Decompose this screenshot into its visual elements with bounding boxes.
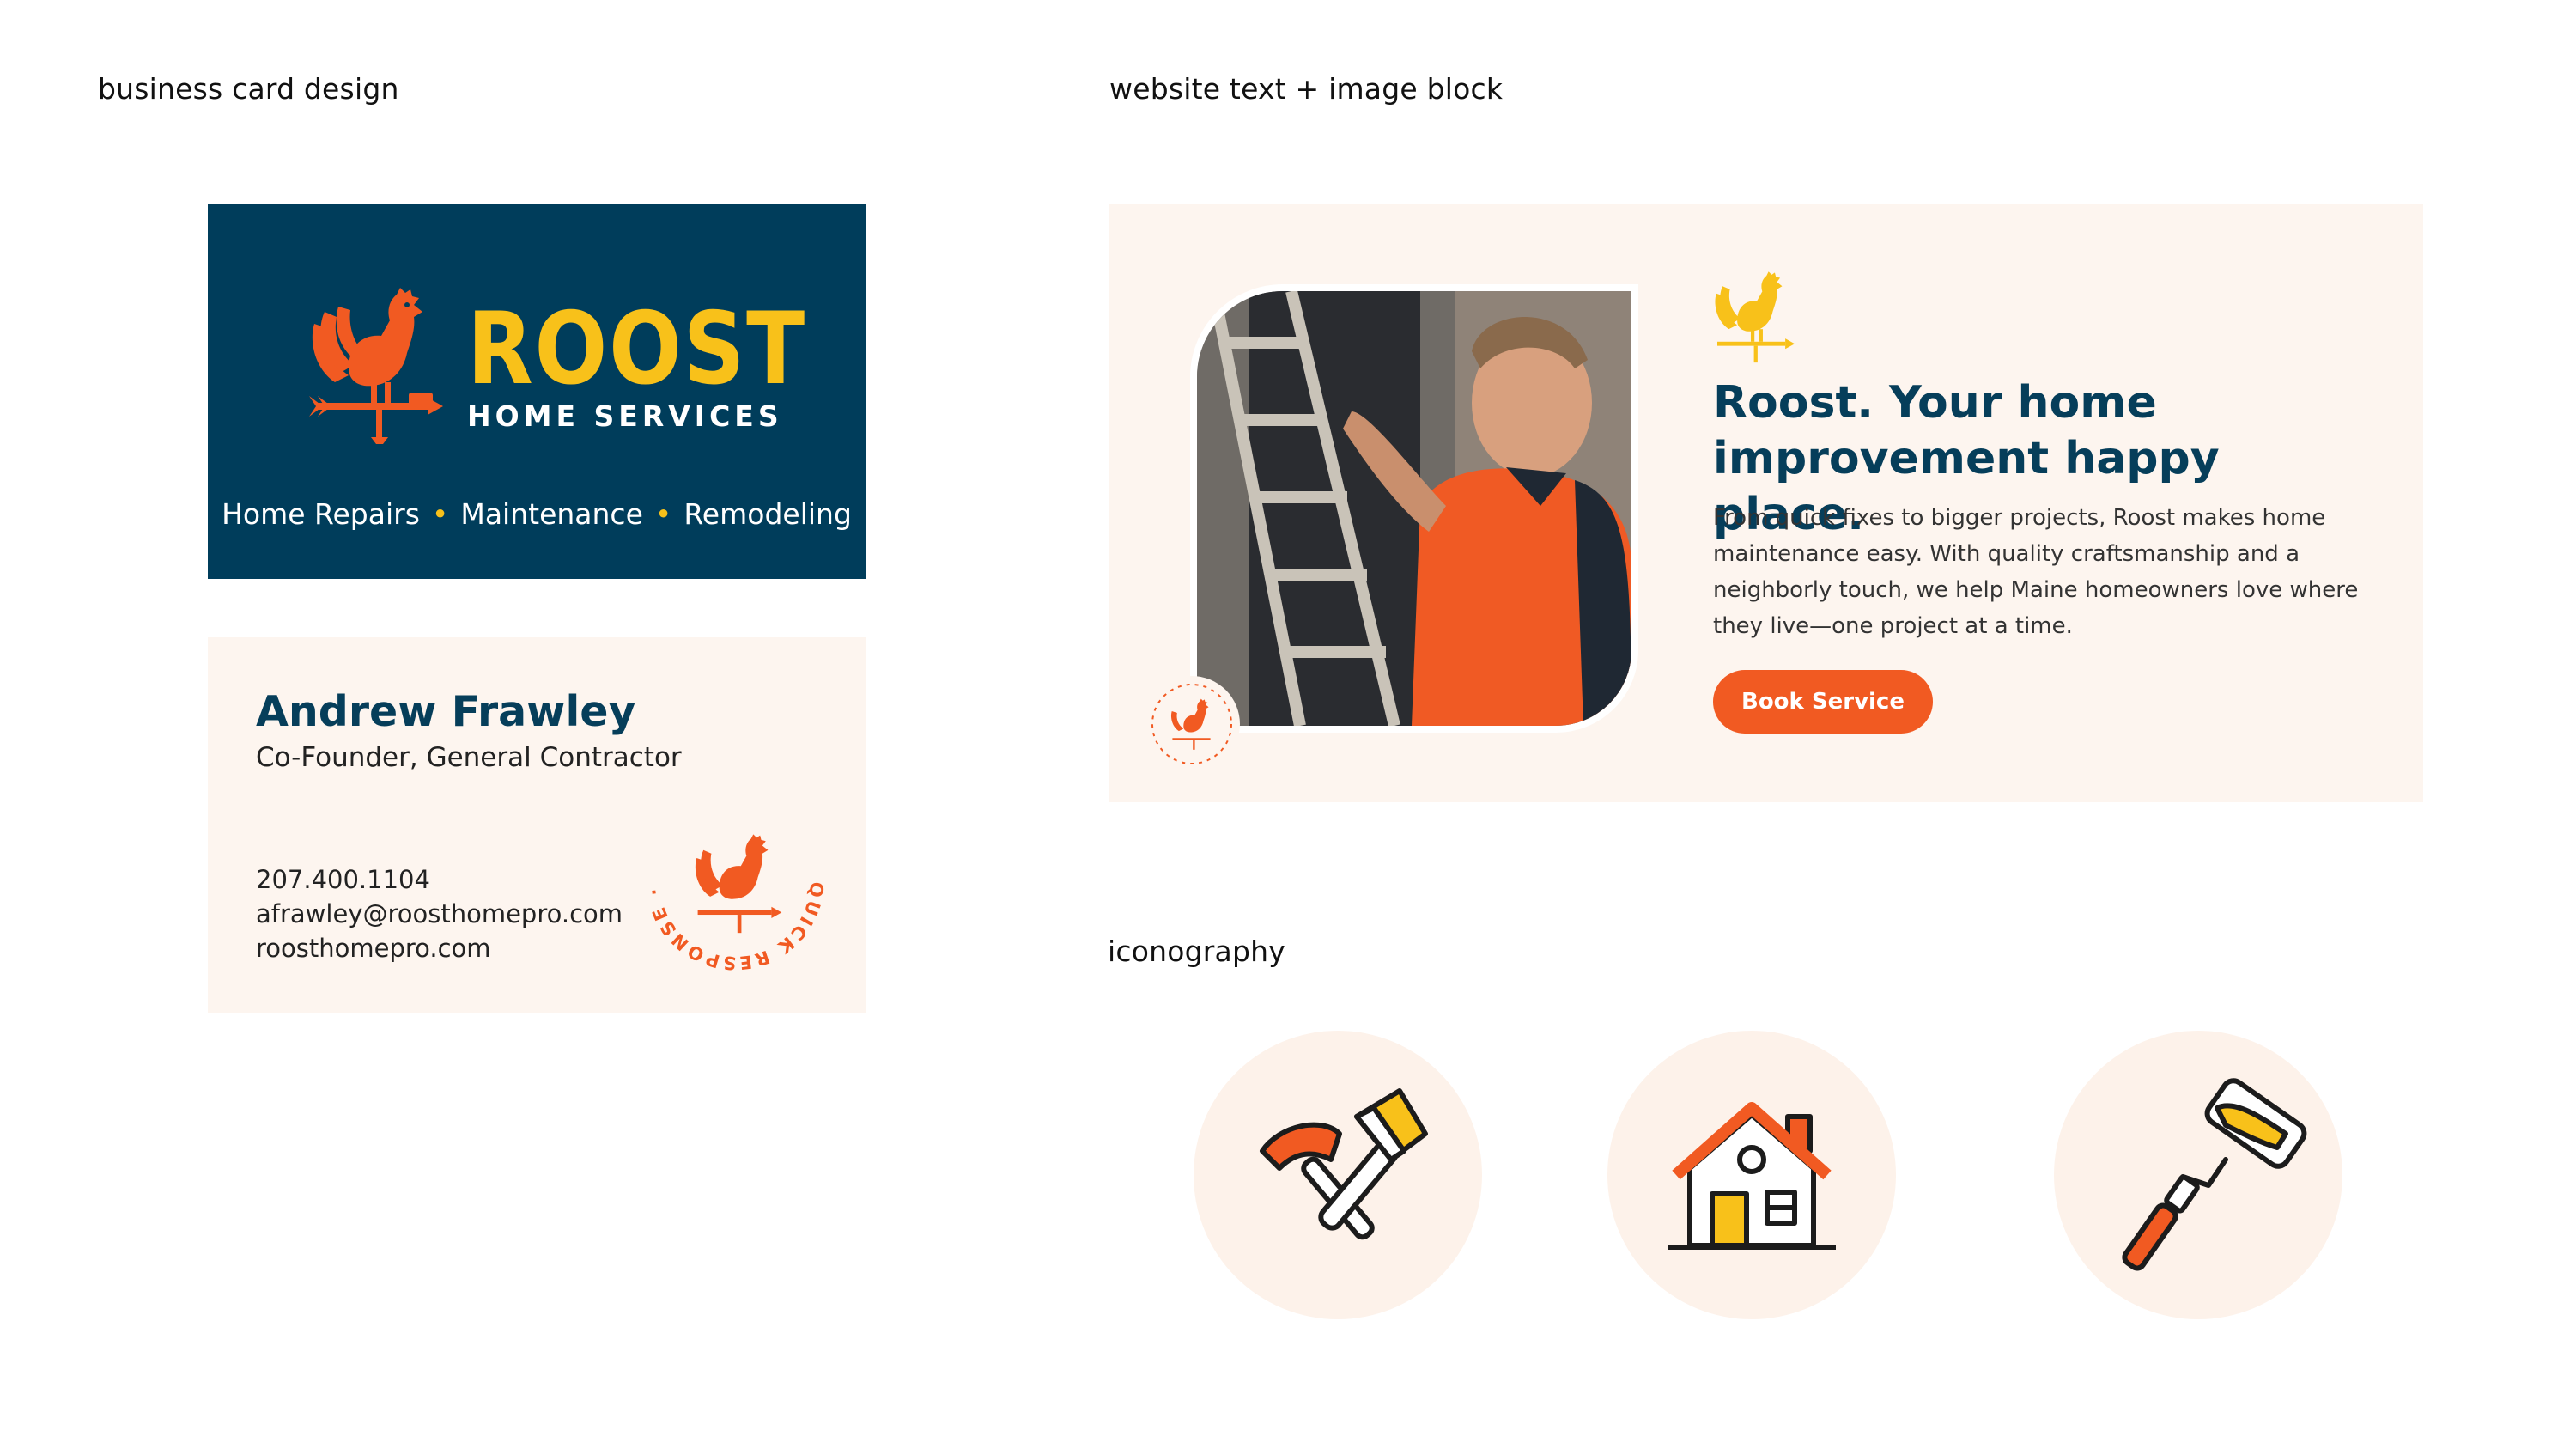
icon-tile	[2054, 1031, 2342, 1319]
website-body-text: From quick fixes to bigger projects, Roo…	[1713, 505, 2359, 639]
service-item: Home Repairs	[222, 497, 420, 531]
separator-dot: •	[654, 497, 672, 531]
rooster-weathervane-icon	[1715, 271, 1795, 363]
book-service-button[interactable]: Book Service	[1713, 670, 1933, 734]
brand-subtitle: HOME SERVICES	[467, 399, 783, 433]
seal-badge-small-icon	[1144, 676, 1240, 772]
rooster-weathervane-icon	[309, 288, 443, 444]
hero-photo	[1190, 284, 1638, 733]
phone: 207.400.1104	[256, 865, 430, 894]
service-item: Maintenance	[460, 497, 643, 531]
business-card-front: ROOST HOME SERVICES Home Repairs • Mainten…	[208, 204, 866, 579]
label-website: website text + image block	[1109, 72, 1504, 106]
brand-name: ROOST	[467, 291, 806, 407]
contact-name: Andrew Frawley	[256, 687, 636, 736]
house-icon	[1668, 1102, 1836, 1250]
hammer-brush-icon	[1260, 1088, 1428, 1240]
seal-badge-icon: QUICK RESPONSE · QUALITY WORK · BIG SMIL…	[637, 783, 824, 973]
label-iconography: iconography	[1108, 935, 1285, 968]
business-card-back: Andrew Frawley Co-Founder, General Contr…	[208, 637, 866, 1013]
icon-tile	[1607, 1031, 1896, 1319]
separator-dot: •	[431, 497, 449, 531]
label-business-card: business card design	[98, 72, 399, 106]
service-item: Remodeling	[683, 497, 852, 531]
email: afrawley@roosthomepro.com	[256, 899, 623, 928]
services-list: Home Repairs • Maintenance • Remodeling	[208, 497, 866, 531]
website: roosthomepro.com	[256, 934, 491, 963]
hero-photo-frame	[1178, 272, 1642, 736]
worker-with-ladder-image	[1197, 291, 1631, 726]
contact-details: 207.400.1104 afrawley@roosthomepro.com r…	[256, 862, 623, 965]
heading-line: Roost. Your home	[1713, 377, 2157, 429]
paint-roller-icon	[2122, 1078, 2307, 1271]
website-block: Roost. Your home improvement happy place…	[1109, 204, 2423, 802]
icon-tile	[1194, 1031, 1482, 1319]
contact-title: Co-Founder, General Contractor	[256, 742, 682, 773]
